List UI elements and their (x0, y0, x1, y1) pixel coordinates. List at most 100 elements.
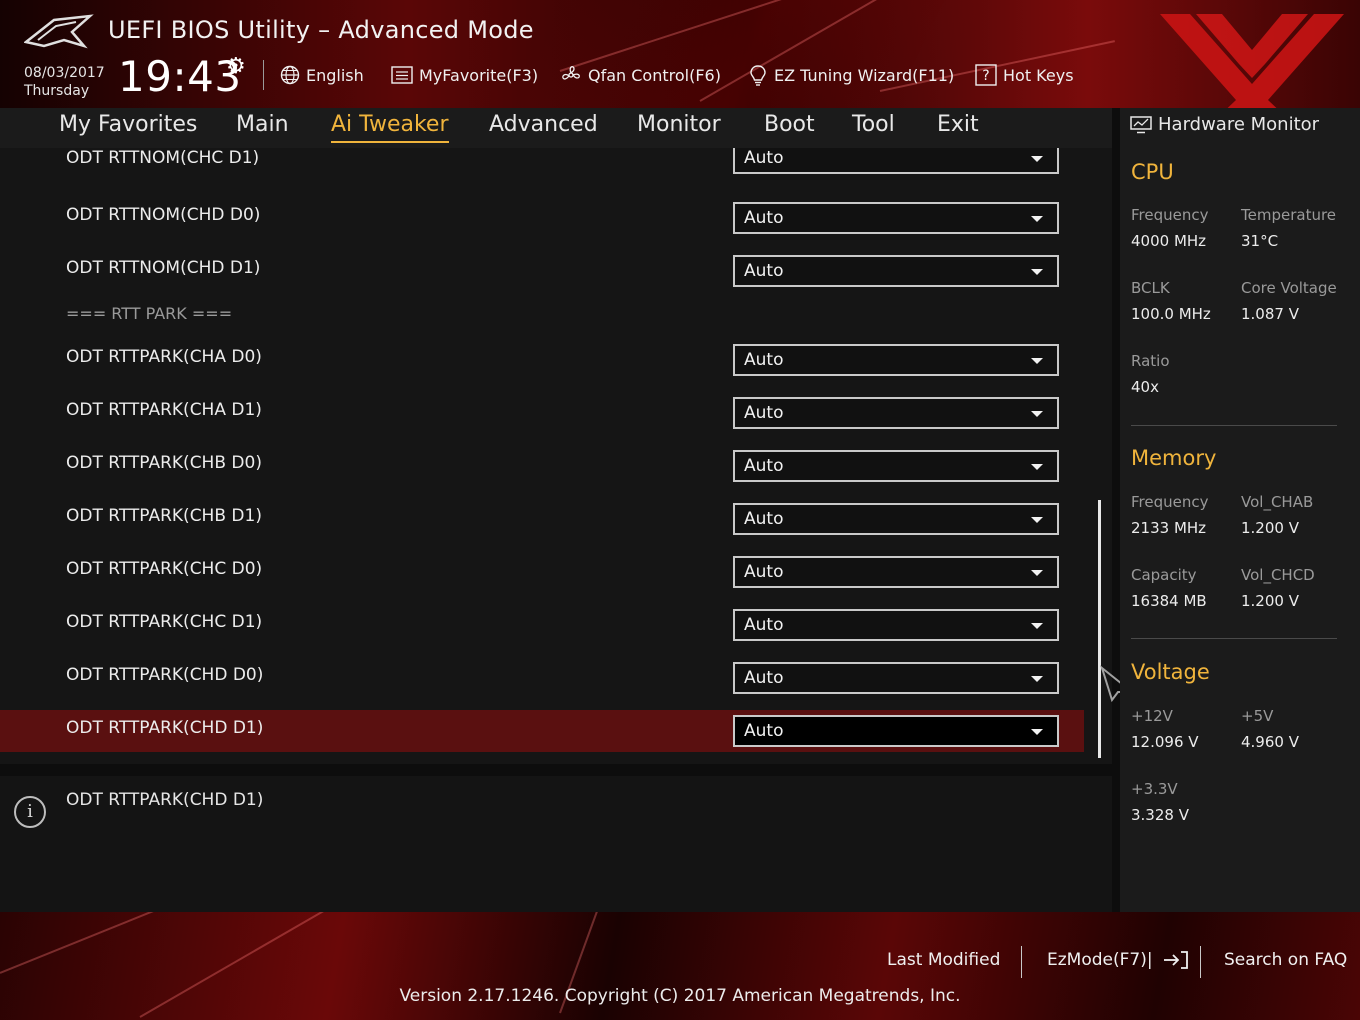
caret-down-icon (1031, 411, 1043, 417)
ezmode-label: EzMode(F7)| (1047, 950, 1153, 970)
bclk-label: BCLK (1131, 279, 1170, 297)
vol-chcd-value: 1.200 V (1241, 592, 1299, 610)
v12-label: +12V (1131, 707, 1173, 725)
fan-icon (562, 66, 580, 80)
language-button[interactable]: English (280, 62, 364, 88)
setting-row[interactable]: ODT RTTNOM(CHC D1) Auto (0, 148, 1084, 184)
setting-row[interactable]: ODT RTTPARK(CHD D0) Auto (0, 657, 1084, 699)
setting-label: ODT RTTPARK(CHA D0) (66, 347, 262, 367)
caret-down-icon (1031, 358, 1043, 364)
lightbulb-icon (750, 65, 766, 86)
hardware-monitor-title: Hardware Monitor (1158, 114, 1320, 135)
vol-chcd-label: Vol_CHCD (1241, 566, 1315, 584)
setting-dropdown[interactable]: Auto (733, 344, 1059, 376)
app-title: UEFI BIOS Utility – Advanced Mode (108, 16, 534, 44)
tab-main[interactable]: Main (236, 112, 289, 137)
caret-down-icon (1031, 216, 1043, 222)
setting-dropdown[interactable]: Auto (733, 609, 1059, 641)
caret-down-icon (1031, 676, 1043, 682)
clock-time: 19:43 (118, 52, 242, 101)
setting-dropdown[interactable]: Auto (733, 662, 1059, 694)
setting-label: ODT RTTPARK(CHC D0) (66, 559, 263, 579)
ez-tuning-label: EZ Tuning Wizard(F11) (774, 65, 955, 85)
tab-my-favorites[interactable]: My Favorites (59, 112, 197, 137)
date-display: 08/03/2017 Thursday (24, 64, 105, 100)
setting-dropdown[interactable]: Auto (733, 255, 1059, 287)
setting-label: ODT RTTNOM(CHD D0) (66, 205, 261, 225)
voltage-section-title: Voltage (1131, 660, 1210, 684)
myfavorite-button[interactable]: MyFavorite(F3) (391, 62, 538, 88)
help-panel: i ODT RTTPARK(CHD D1) (0, 776, 1112, 912)
svg-text:?: ? (982, 68, 989, 84)
last-modified-button[interactable]: Last Modified (887, 950, 1000, 970)
scrollbar-thumb[interactable] (1098, 500, 1101, 758)
dropdown-value: Auto (744, 562, 784, 582)
cpu-frequency-value: 4000 MHz (1131, 232, 1207, 250)
setting-dropdown[interactable]: Auto (733, 148, 1059, 174)
tab-boot[interactable]: Boot (764, 112, 815, 137)
capacity-value: 16384 MB (1131, 592, 1207, 610)
setting-dropdown[interactable]: Auto (733, 397, 1059, 429)
settings-list: ODT RTTNOM(CHC D1) Auto ODT RTTNOM(CHD D… (0, 148, 1112, 764)
rog-logo-icon (24, 14, 94, 49)
setting-dropdown[interactable]: Auto (733, 715, 1059, 747)
list-icon (391, 66, 413, 84)
setting-row[interactable]: ODT RTTPARK(CHA D0) Auto (0, 339, 1084, 381)
setting-dropdown[interactable]: Auto (733, 503, 1059, 535)
setting-label: ODT RTTNOM(CHD D1) (66, 258, 261, 278)
qfan-control-button[interactable]: Qfan Control(F6) (560, 62, 721, 88)
core-voltage-label: Core Voltage (1241, 279, 1337, 297)
setting-dropdown[interactable]: Auto (733, 450, 1059, 482)
cpu-temperature-value: 31°C (1241, 232, 1279, 250)
tab-tool[interactable]: Tool (852, 112, 895, 137)
memory-section-title: Memory (1131, 446, 1217, 470)
setting-row[interactable]: ODT RTTNOM(CHD D1) Auto (0, 250, 1084, 292)
footer-decoration (0, 912, 223, 974)
dropdown-value: Auto (744, 456, 784, 476)
caret-down-icon (1031, 623, 1043, 629)
setting-label: ODT RTTPARK(CHB D0) (66, 453, 262, 473)
setting-row[interactable]: ODT RTTPARK(CHC D0) Auto (0, 551, 1084, 593)
setting-label: ODT RTTPARK(CHA D1) (66, 400, 262, 420)
dropdown-value: Auto (744, 403, 784, 423)
memory-frequency-label: Frequency (1131, 493, 1209, 511)
cpu-frequency-label: Frequency (1131, 206, 1209, 224)
caret-down-icon (1031, 517, 1043, 523)
capacity-label: Capacity (1131, 566, 1197, 584)
ez-tuning-wizard-button[interactable]: EZ Tuning Wizard(F11) (748, 62, 954, 88)
ezmode-button[interactable]: EzMode(F7)| (1047, 950, 1190, 970)
hot-keys-label: Hot Keys (1003, 65, 1074, 85)
setting-row[interactable]: ODT RTTNOM(CHD D0) Auto (0, 197, 1084, 239)
setting-row[interactable]: ODT RTTPARK(CHA D1) Auto (0, 392, 1084, 434)
tab-ai-tweaker[interactable]: Ai Tweaker (331, 112, 449, 143)
setting-dropdown[interactable]: Auto (733, 202, 1059, 234)
main-navigation: My Favorites Main Ai Tweaker Advanced Mo… (0, 108, 1112, 148)
setting-row[interactable]: ODT RTTPARK(CHB D1) Auto (0, 498, 1084, 540)
search-faq-button[interactable]: Search on FAQ (1224, 950, 1347, 970)
v5-label: +5V (1241, 707, 1274, 725)
dropdown-value: Auto (744, 208, 784, 228)
setting-row-selected[interactable]: ODT RTTPARK(CHD D1) Auto (0, 710, 1084, 752)
tab-exit[interactable]: Exit (937, 112, 979, 137)
caret-down-icon (1031, 464, 1043, 470)
globe-icon (280, 65, 300, 85)
tab-advanced[interactable]: Advanced (489, 112, 598, 137)
setting-row[interactable]: ODT RTTPARK(CHC D1) Auto (0, 604, 1084, 646)
caret-down-icon (1031, 156, 1043, 162)
hw-divider (1131, 638, 1337, 639)
gear-icon[interactable]: ⚙ (226, 54, 246, 79)
header-bar: UEFI BIOS Utility – Advanced Mode 08/03/… (0, 0, 1360, 108)
date-text: 08/03/2017 (24, 65, 105, 81)
info-icon: i (14, 796, 46, 828)
dropdown-value: Auto (744, 721, 784, 741)
v12-value: 12.096 V (1131, 733, 1199, 751)
cpu-temperature-label: Temperature (1241, 206, 1337, 224)
hot-keys-button[interactable]: ? Hot Keys (975, 62, 1074, 88)
setting-dropdown[interactable]: Auto (733, 556, 1059, 588)
v33-label: +3.3V (1131, 780, 1178, 798)
setting-row[interactable]: ODT RTTPARK(CHB D0) Auto (0, 445, 1084, 487)
caret-down-icon (1031, 269, 1043, 275)
tab-monitor[interactable]: Monitor (637, 112, 721, 137)
day-text: Thursday (24, 83, 90, 99)
question-icon: ? (975, 64, 997, 86)
